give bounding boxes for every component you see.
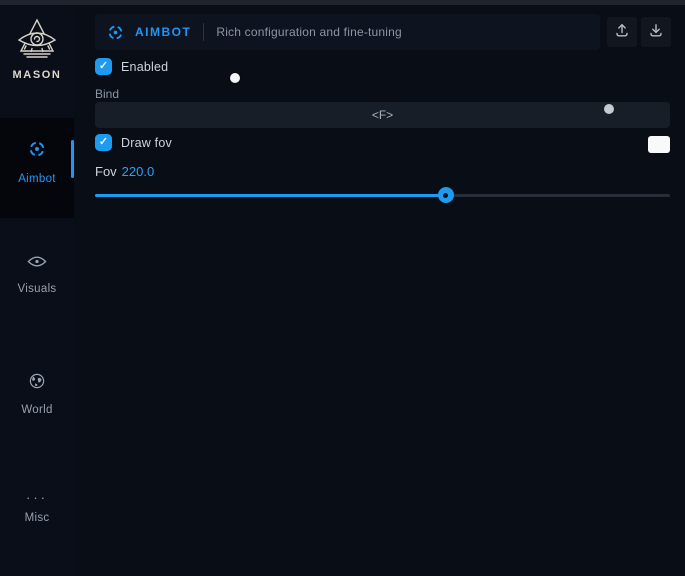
bind-key-value: <F>	[372, 108, 393, 122]
app-logo: MASON	[0, 15, 74, 81]
download-icon	[648, 22, 664, 43]
fov-slider-fill	[95, 194, 446, 197]
fov-slider-handle[interactable]	[438, 187, 454, 203]
title-divider	[203, 23, 204, 41]
sidebar-item-label: Misc	[25, 512, 50, 524]
upload-config-button[interactable]	[607, 17, 637, 47]
fov-slider-label-row: Fov 220.0	[95, 164, 154, 179]
app-logo-label: MASON	[0, 69, 74, 81]
sidebar-item-misc[interactable]: ··· Misc	[0, 493, 74, 543]
crosshair-icon	[0, 140, 74, 163]
sidebar-item-label: Visuals	[18, 283, 57, 295]
fov-value: 220.0	[122, 164, 155, 179]
fov-label: Fov	[95, 164, 117, 179]
bind-key-input[interactable]: <F>	[95, 102, 670, 128]
sidebar-item-aimbot[interactable]: Aimbot	[0, 118, 74, 218]
main-panel: AIMBOT Rich configuration and fine-tunin…	[74, 5, 685, 576]
illuminati-eye-pyramid-icon	[0, 15, 74, 65]
checkmark-icon: ✓	[99, 137, 108, 148]
sidebar-item-label: Aimbot	[18, 173, 56, 185]
upload-icon	[614, 22, 630, 43]
enabled-label: Enabled	[121, 60, 168, 74]
globe-icon	[0, 373, 74, 394]
sidebar-item-visuals[interactable]: Visuals	[0, 255, 74, 311]
page-title: AIMBOT	[135, 25, 191, 39]
sidebar: MASON Aimbot Visuals	[0, 5, 74, 576]
cursor-trail-dot	[604, 104, 614, 114]
ellipsis-icon: ···	[0, 493, 74, 503]
draw-fov-checkbox[interactable]: ✓	[95, 134, 112, 151]
draw-fov-label: Draw fov	[121, 136, 172, 150]
crosshair-icon	[107, 24, 124, 41]
draw-fov-row: ✓ Draw fov	[95, 134, 172, 151]
eye-icon	[0, 255, 74, 273]
sidebar-item-world[interactable]: World	[0, 373, 74, 429]
enabled-row: ✓ Enabled	[95, 58, 168, 75]
download-config-button[interactable]	[641, 17, 671, 47]
enabled-checkbox[interactable]: ✓	[95, 58, 112, 75]
checkmark-icon: ✓	[99, 61, 108, 72]
fov-slider[interactable]	[95, 187, 670, 203]
fov-color-swatch[interactable]	[648, 136, 670, 153]
section-title-bar: AIMBOT Rich configuration and fine-tunin…	[95, 14, 600, 50]
bind-label: Bind	[95, 87, 119, 101]
page-subtitle: Rich configuration and fine-tuning	[216, 25, 402, 39]
mouse-cursor-dot	[230, 73, 240, 83]
sidebar-item-label: World	[21, 404, 52, 416]
